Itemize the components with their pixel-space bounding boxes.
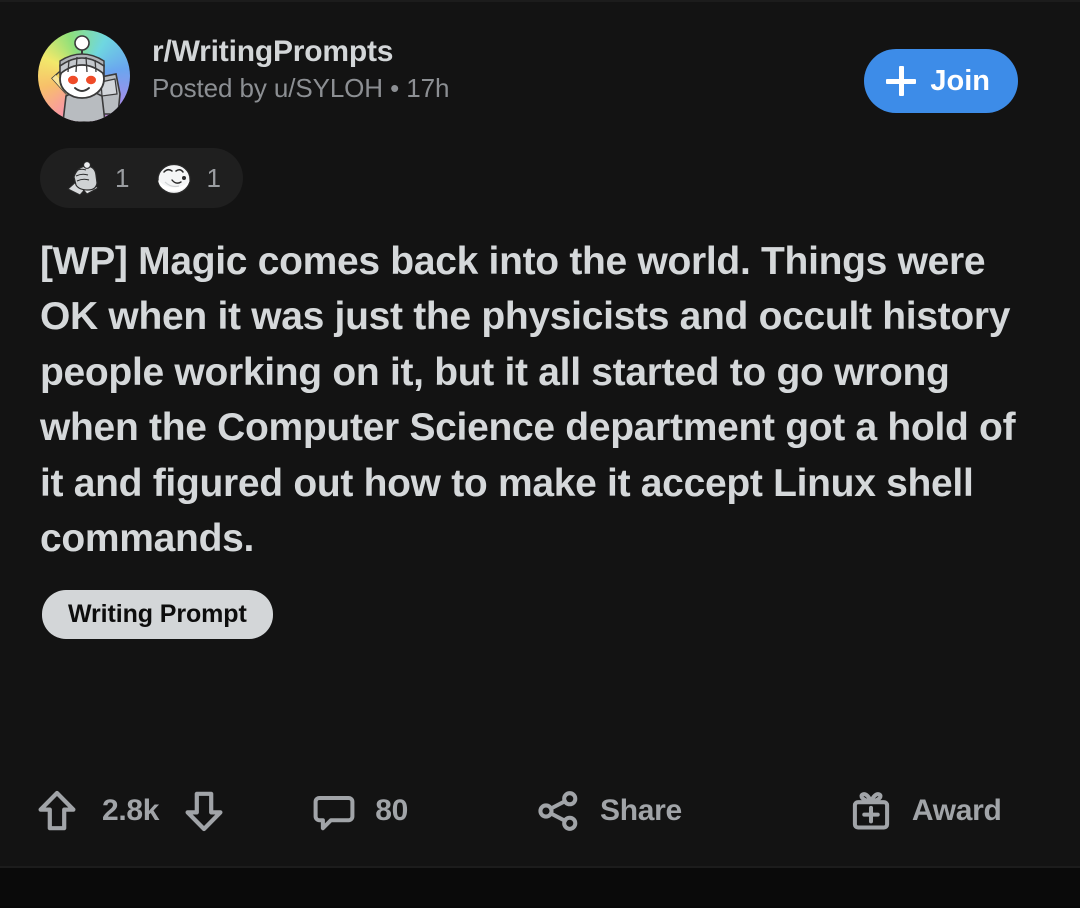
comment-bubble-icon — [313, 795, 355, 831]
upvote-button[interactable] — [26, 780, 88, 842]
award-count: 1 — [115, 162, 130, 193]
award-chip[interactable]: 1 — [62, 158, 153, 198]
vote-count: 2.8k — [102, 794, 160, 827]
downvote-arrow-icon — [185, 791, 223, 832]
award-count: 1 — [206, 162, 221, 193]
downvote-button[interactable] — [173, 780, 235, 842]
comment-count: 80 — [375, 794, 408, 827]
page-background-gap — [0, 868, 1080, 906]
post-card[interactable]: r/WritingPrompts Posted by u/SYLOH • 17h… — [0, 0, 1080, 868]
gift-award-icon — [852, 792, 889, 830]
join-button[interactable]: Join — [864, 49, 1018, 113]
join-button-label: Join — [930, 64, 990, 97]
share-nodes-icon — [538, 791, 578, 831]
post-header-text: r/WritingPrompts Posted by u/SYLOH • 17h — [152, 30, 449, 105]
award-chip[interactable]: 1 — [153, 158, 221, 198]
post-header: r/WritingPrompts Posted by u/SYLOH • 17h… — [0, 2, 1080, 122]
award-button[interactable]: Award — [848, 788, 1002, 834]
post-title[interactable]: [WP] Magic comes back into the world. Th… — [40, 234, 1040, 566]
wholesome-snoo-award-icon — [157, 163, 192, 195]
snoo-knight-avatar-icon — [51, 35, 121, 122]
subreddit-avatar[interactable] — [38, 30, 130, 122]
share-button[interactable]: Share — [536, 788, 682, 834]
awards-row[interactable]: 1 1 — [40, 148, 243, 208]
post-action-bar: 2.8k 80 Share Award — [0, 756, 1080, 866]
post-flair[interactable]: Writing Prompt — [42, 590, 273, 640]
subreddit-name[interactable]: r/WritingPrompts — [152, 34, 449, 69]
comment-button[interactable]: 80 — [311, 788, 408, 834]
plus-icon — [886, 66, 917, 96]
award-label: Award — [911, 794, 1002, 827]
bro-fist-award-icon — [67, 161, 99, 196]
upvote-arrow-icon — [38, 790, 76, 831]
vote-group: 2.8k — [26, 780, 235, 842]
post-author-and-time[interactable]: Posted by u/SYLOH • 17h — [152, 73, 449, 104]
share-label: Share — [599, 794, 682, 827]
